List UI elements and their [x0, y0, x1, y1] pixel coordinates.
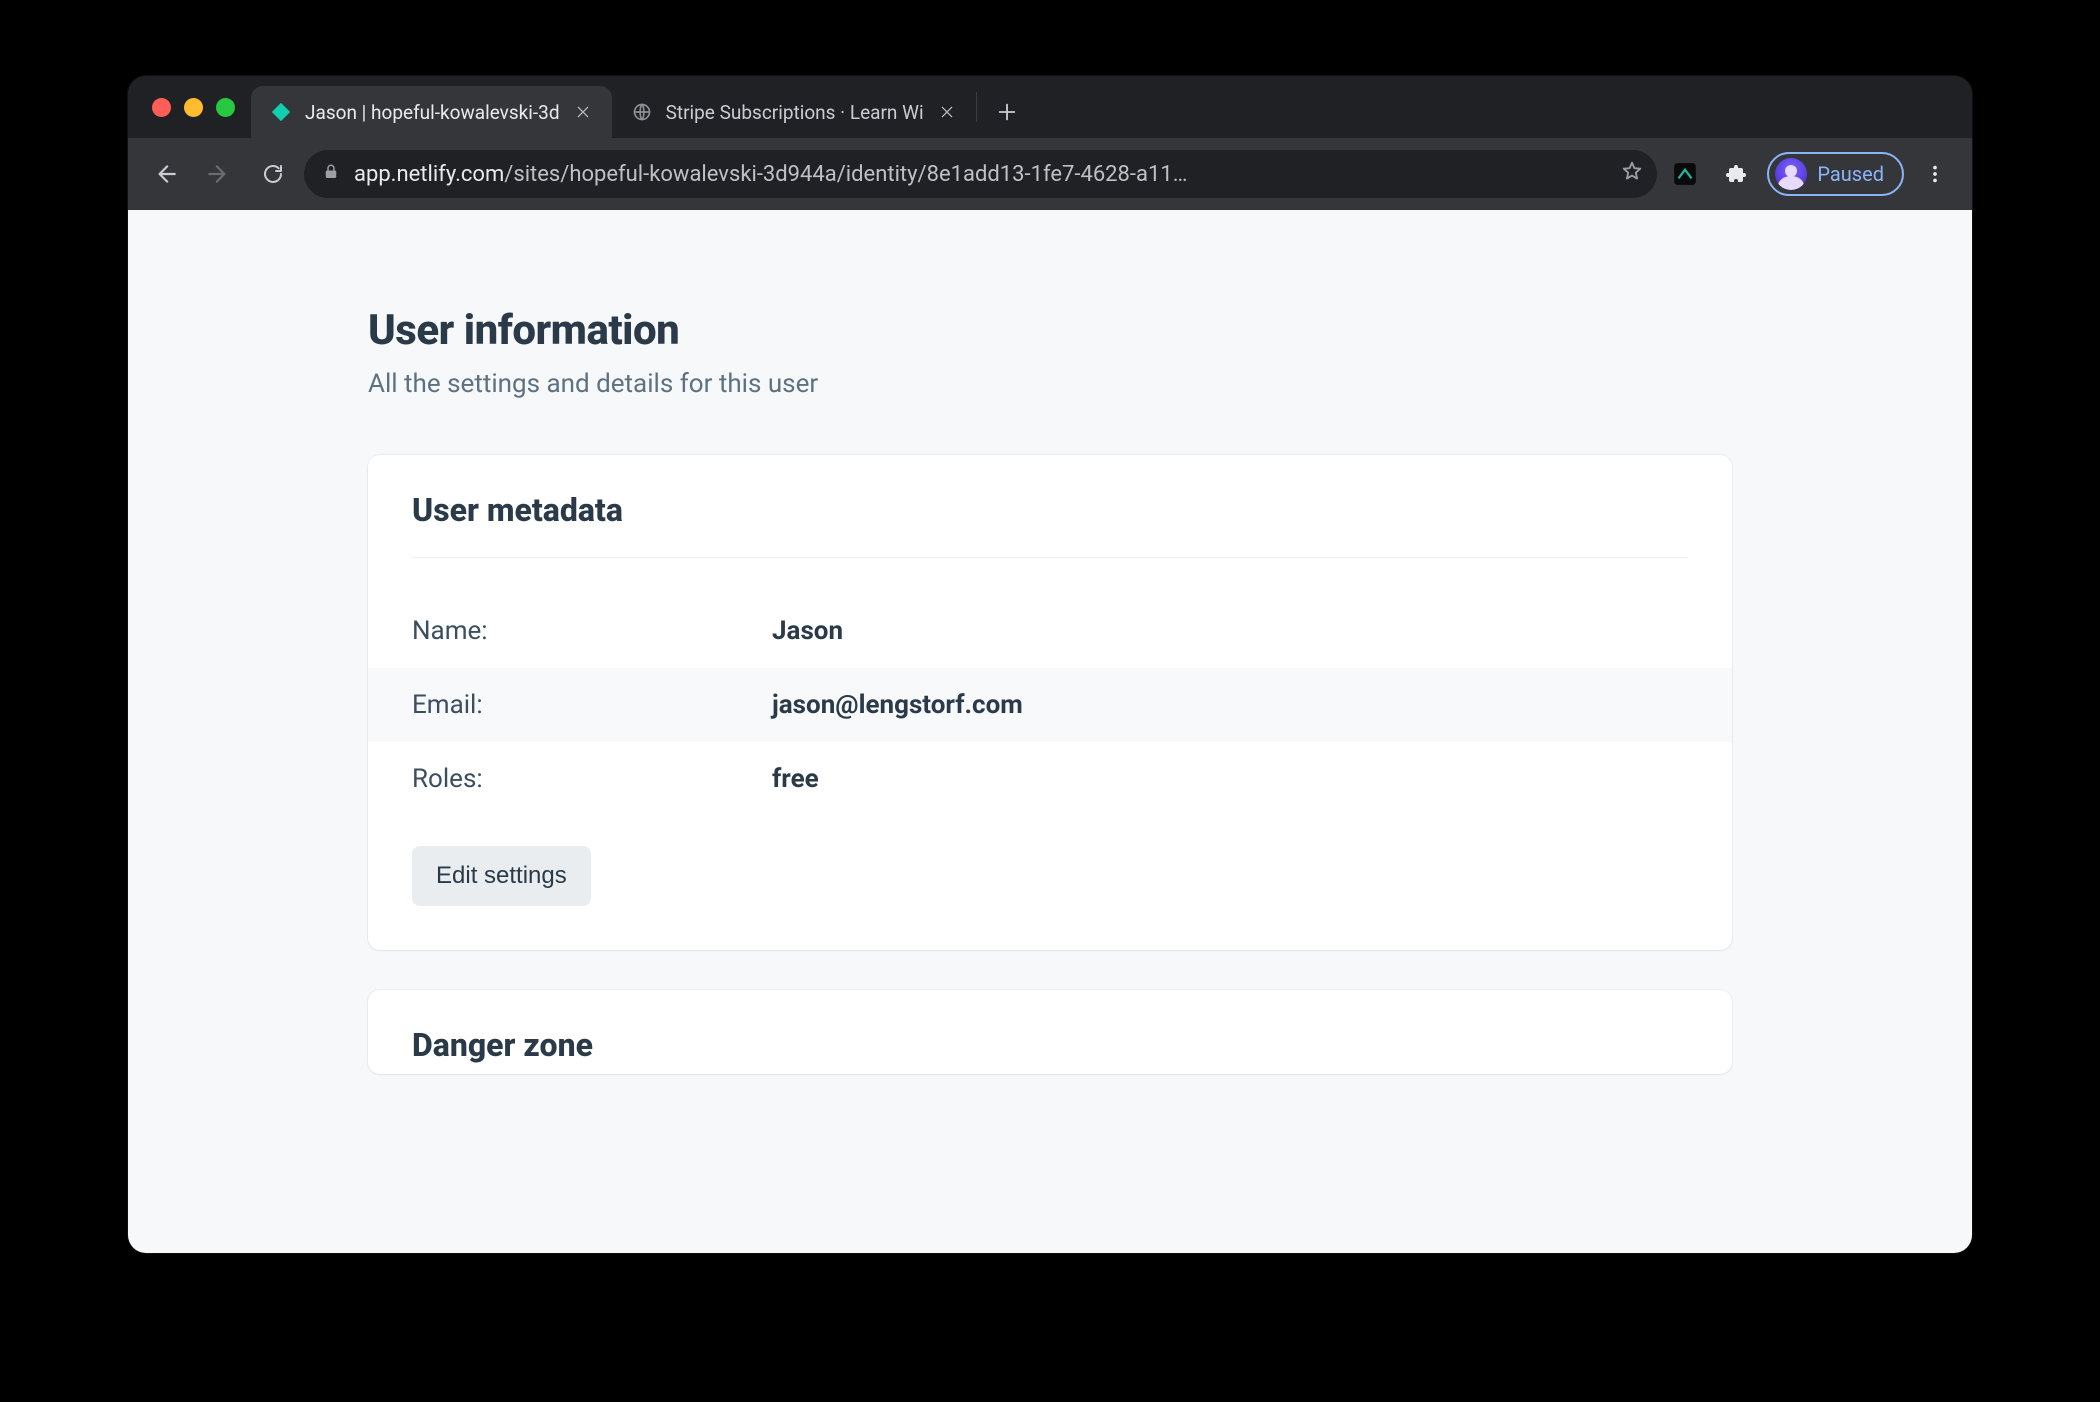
- nav-back-button[interactable]: [142, 151, 188, 197]
- metadata-rows: Name: Jason Email: jason@lengstorf.com R…: [412, 594, 1688, 816]
- row-value: Jason: [772, 616, 843, 646]
- url-host: app.netlify.com: [354, 162, 504, 187]
- url-path: /sites/hopeful-kowalevski-3d944a/identit…: [504, 162, 1187, 187]
- tab-divider: [976, 92, 977, 122]
- user-metadata-card: User metadata Name: Jason Email: jason@l…: [368, 455, 1732, 950]
- extensions-puzzle-icon[interactable]: [1713, 151, 1759, 197]
- window-close-button[interactable]: [152, 98, 171, 117]
- profile-chip[interactable]: Paused: [1767, 152, 1904, 196]
- bookmark-star-icon[interactable]: [1621, 160, 1643, 188]
- window-zoom-button[interactable]: [216, 98, 235, 117]
- browser-window: Jason | hopeful-kowalevski-3d Stripe Sub…: [128, 76, 1972, 1253]
- nav-forward-button[interactable]: [196, 151, 242, 197]
- lock-icon: [322, 162, 340, 187]
- profile-avatar-icon: [1775, 158, 1807, 190]
- row-label: Name:: [412, 616, 772, 646]
- edit-settings-button[interactable]: Edit settings: [412, 846, 591, 906]
- globe-favicon-icon: [630, 100, 654, 124]
- tab-title: Stripe Subscriptions · Learn Wi: [666, 101, 924, 124]
- row-value: jason@lengstorf.com: [772, 690, 1023, 720]
- tab-title: Jason | hopeful-kowalevski-3d: [305, 101, 560, 124]
- card-title: Danger zone: [412, 1026, 1688, 1064]
- page-content: User information All the settings and de…: [128, 210, 1972, 1074]
- new-tab-button[interactable]: [985, 90, 1029, 134]
- browser-menu-button[interactable]: [1912, 151, 1958, 197]
- tab-close-button[interactable]: [936, 101, 958, 123]
- metadata-row-email: Email: jason@lengstorf.com: [368, 668, 1732, 742]
- metadata-row-name: Name: Jason: [412, 594, 1688, 668]
- browser-tab-active[interactable]: Jason | hopeful-kowalevski-3d: [251, 86, 612, 138]
- row-label: Email:: [412, 690, 772, 720]
- window-controls: [142, 76, 251, 138]
- tab-strip: Jason | hopeful-kowalevski-3d Stripe Sub…: [128, 76, 1972, 138]
- page-viewport: User information All the settings and de…: [128, 210, 1972, 1253]
- extension-icon[interactable]: [1665, 154, 1705, 194]
- danger-zone-card: Danger zone: [368, 990, 1732, 1074]
- metadata-row-roles: Roles: free: [412, 742, 1688, 816]
- page-subtitle: All the settings and details for this us…: [368, 369, 1732, 399]
- card-divider: [412, 557, 1688, 558]
- netlify-favicon-icon: [269, 100, 293, 124]
- nav-reload-button[interactable]: [250, 151, 296, 197]
- window-minimize-button[interactable]: [184, 98, 203, 117]
- browser-tab[interactable]: Stripe Subscriptions · Learn Wi: [612, 86, 976, 138]
- address-bar[interactable]: app.netlify.com/sites/hopeful-kowalevski…: [304, 150, 1657, 198]
- card-title: User metadata: [412, 491, 1688, 529]
- browser-toolbar: app.netlify.com/sites/hopeful-kowalevski…: [128, 138, 1972, 210]
- page-title: User information: [368, 306, 1732, 355]
- profile-status-label: Paused: [1817, 162, 1884, 186]
- row-label: Roles:: [412, 764, 772, 794]
- url-text: app.netlify.com/sites/hopeful-kowalevski…: [354, 162, 1607, 187]
- tab-close-button[interactable]: [572, 101, 594, 123]
- row-value: free: [772, 764, 819, 794]
